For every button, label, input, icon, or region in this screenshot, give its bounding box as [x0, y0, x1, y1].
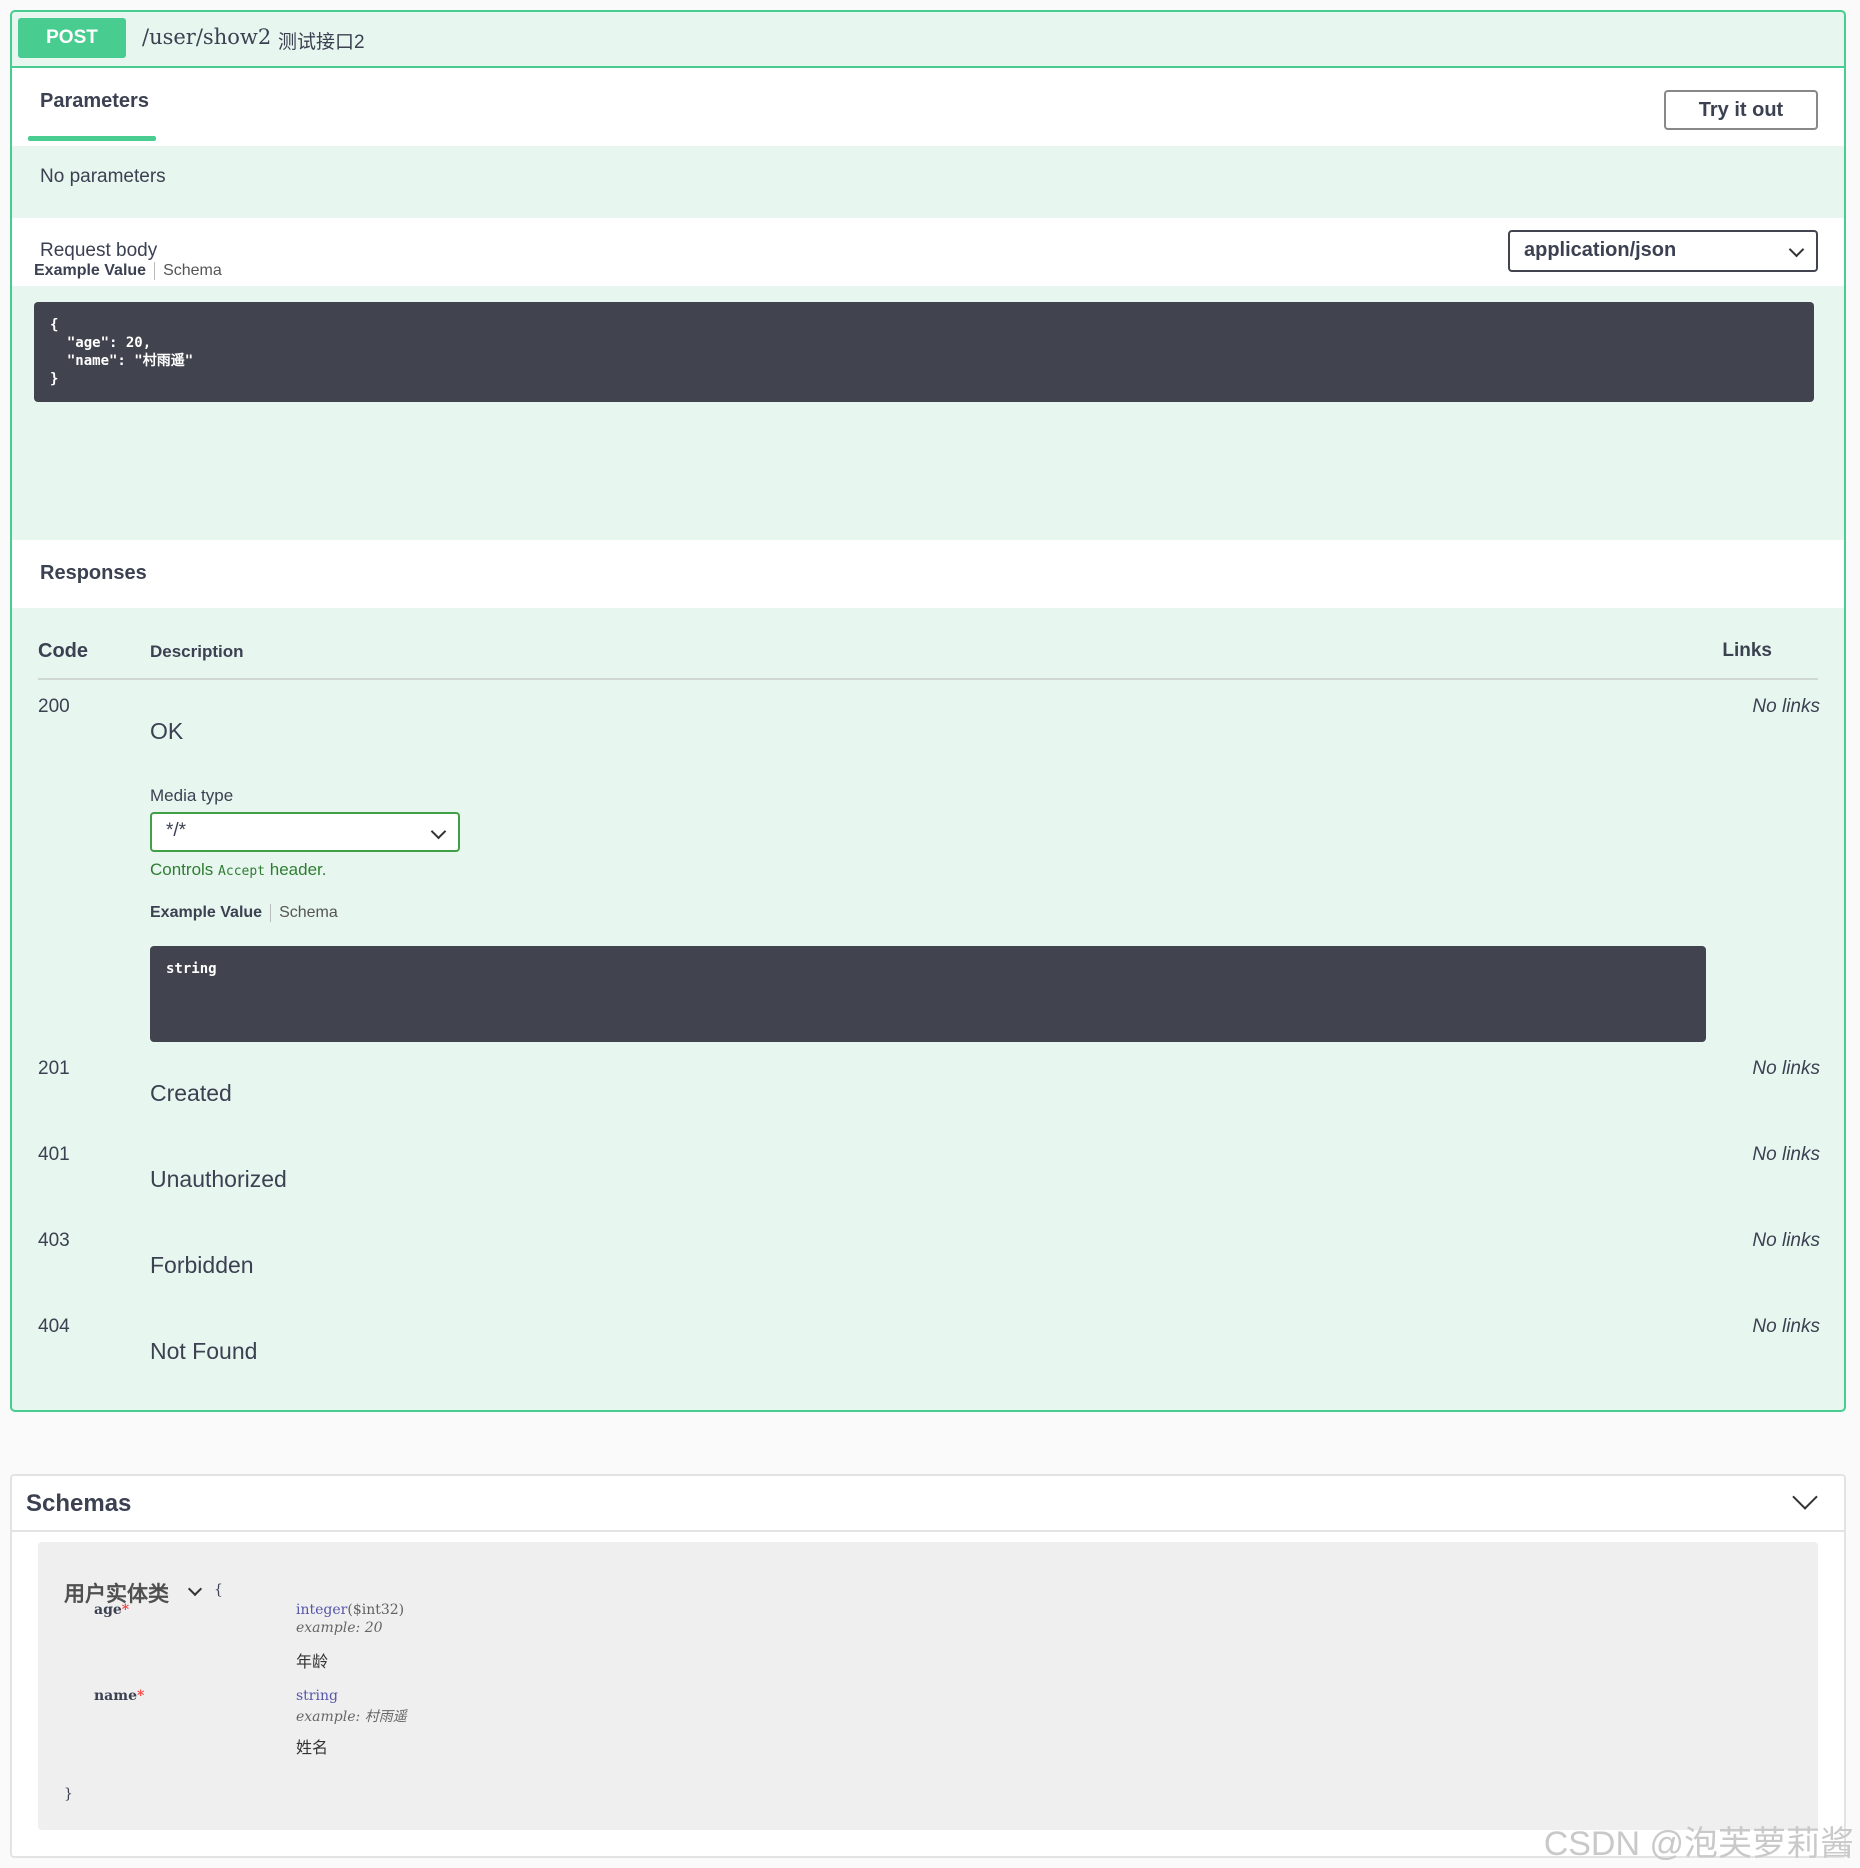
media-type-value: */* [166, 820, 187, 841]
tab-schema[interactable]: Schema [279, 904, 338, 921]
required-star: * [121, 1602, 130, 1618]
column-header-code: Code [38, 640, 88, 662]
property-format-text: ($int32) [347, 1602, 405, 1618]
property-type-text: string [296, 1688, 338, 1704]
response-code-201: 201 [38, 1058, 70, 1079]
tab-schema[interactable]: Schema [163, 262, 222, 279]
parameters-header: Parameters Try it out [12, 68, 1844, 146]
content-type-select[interactable]: application/json [1508, 230, 1818, 272]
response-links-201: No links [1752, 1058, 1820, 1079]
response-desc-401: Unauthorized [150, 1166, 287, 1192]
responses-title: Responses [40, 562, 147, 584]
chevron-down-icon[interactable] [1792, 1484, 1818, 1510]
request-body-label: Request body [40, 240, 158, 261]
chevron-down-icon [1788, 241, 1805, 258]
response-example-code-text: string [166, 961, 217, 977]
controls-prefix: Controls [150, 860, 214, 879]
media-type-label: Media type [150, 786, 234, 805]
operation-summary[interactable]: POST /user/show2 测试接口2 [12, 12, 1844, 68]
response-desc-200: OK [150, 718, 184, 744]
request-example-code-text: { "age": 20, "name": "村雨遥" } [50, 317, 194, 387]
tab-divider [154, 262, 156, 280]
tab-active-indicator [28, 136, 156, 141]
property-name-text: age [94, 1602, 122, 1618]
response-example-code: string [150, 946, 1706, 1042]
example-label: example: [296, 1709, 361, 1725]
controls-accept-note: Controls Accept header. [150, 860, 326, 880]
property-example-name: example: 村雨遥 [296, 1706, 407, 1726]
example-label: example: [296, 1620, 361, 1636]
response-desc-404: Not Found [150, 1338, 258, 1364]
response-links-403: No links [1752, 1230, 1820, 1251]
property-type-age: integer($int32) [296, 1602, 404, 1618]
media-type-select[interactable]: */* [150, 812, 460, 852]
example-value: 村雨遥 [364, 1709, 407, 1725]
response-code-200: 200 [38, 696, 70, 717]
required-star: * [136, 1688, 145, 1704]
property-example-age: example: 20 [296, 1620, 383, 1636]
schemas-section: Schemas 用户实体类 { age* integer($int32) exa… [10, 1474, 1846, 1858]
column-header-description: Description [150, 642, 244, 661]
try-it-out-button[interactable]: Try it out [1664, 90, 1818, 130]
controls-accept-code: Accept [218, 864, 266, 879]
property-desc-name: 姓名 [296, 1740, 329, 1757]
tab-parameters[interactable]: Parameters [40, 90, 149, 113]
property-name-text: name [94, 1688, 137, 1704]
schemas-title: Schemas [26, 1490, 132, 1517]
model-open-brace: { [214, 1582, 223, 1598]
endpoint-path: /user/show2 [142, 25, 272, 49]
operation-block: POST /user/show2 测试接口2 Parameters Try it… [10, 10, 1846, 1412]
schemas-header[interactable]: Schemas [12, 1476, 1844, 1532]
property-name-name: name* [94, 1688, 144, 1704]
method-badge: POST [18, 18, 126, 58]
property-name-age: age* [94, 1602, 129, 1618]
response-desc-201: Created [150, 1080, 232, 1106]
response-links-404: No links [1752, 1316, 1820, 1337]
model-close-brace: } [64, 1786, 73, 1802]
responses-header: Responses [12, 540, 1844, 608]
no-parameters-text: No parameters [40, 166, 166, 187]
chevron-down-icon[interactable] [187, 1581, 203, 1597]
example-value: 20 [364, 1620, 383, 1636]
tab-example-value[interactable]: Example Value [34, 262, 146, 279]
request-body-header: Request body application/json [12, 218, 1844, 286]
tab-divider [270, 904, 272, 922]
property-type-name: string [296, 1688, 338, 1704]
content-type-value: application/json [1524, 239, 1677, 261]
response-links-401: No links [1752, 1144, 1820, 1165]
response-example-tabs: Example Value Schema [150, 904, 338, 922]
response-code-401: 401 [38, 1144, 70, 1165]
model-box: 用户实体类 { age* integer($int32) example: 20… [38, 1542, 1818, 1830]
property-desc-age: 年龄 [296, 1654, 329, 1671]
request-example-tabs: Example Value Schema [34, 262, 222, 280]
watermark: CSDN @泡芙萝莉酱 [1543, 1825, 1854, 1863]
response-links-200: No links [1752, 696, 1820, 717]
tab-example-value[interactable]: Example Value [150, 904, 262, 921]
response-desc-403: Forbidden [150, 1252, 254, 1278]
property-type-text: integer [296, 1602, 348, 1618]
request-example-code: { "age": 20, "name": "村雨遥" } [34, 302, 1814, 402]
response-code-403: 403 [38, 1230, 70, 1251]
controls-suffix: header. [269, 860, 327, 879]
response-code-404: 404 [38, 1316, 70, 1337]
chevron-down-icon [430, 823, 447, 840]
column-header-divider [38, 678, 1818, 680]
column-header-links: Links [1722, 640, 1772, 661]
operation-summary-text: 测试接口2 [278, 32, 365, 53]
